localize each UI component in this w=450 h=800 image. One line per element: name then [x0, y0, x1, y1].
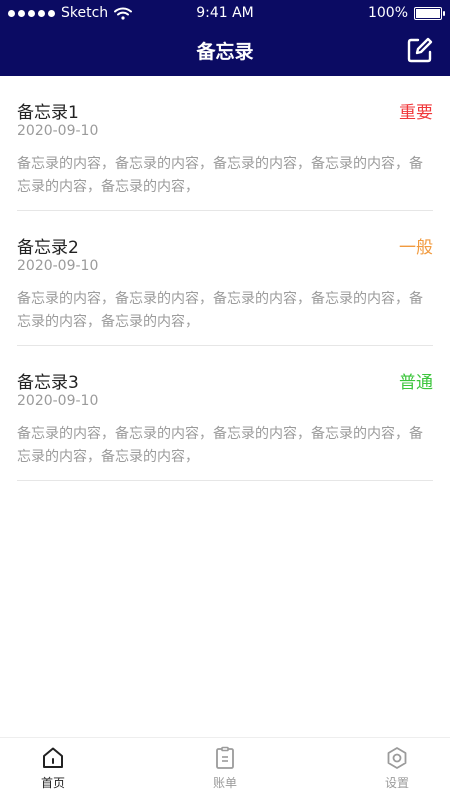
tab-home[interactable]: 首页 [8, 746, 98, 791]
settings-icon [387, 747, 407, 769]
tab-settings[interactable]: 设置 [352, 746, 442, 791]
memo-title: 备忘录1 [17, 103, 79, 123]
bill-icon [216, 746, 234, 769]
battery-percent: 100% [367, 5, 408, 21]
memo-item-3[interactable]: 备忘录3 普通 2020-09-10 备忘录的内容，备忘录的内容，备忘录的内容，… [17, 346, 433, 481]
memo-date: 2020-09-10 [17, 258, 99, 274]
memo-list: 备忘录1 重要 2020-09-10 备忘录的内容，备忘录的内容，备忘录的内容，… [17, 76, 433, 481]
tab-label: 账单 [212, 776, 237, 790]
memo-content: 备忘录的内容，备忘录的内容，备忘录的内容，备忘录的内容，备忘录的内容，备忘录的内… [17, 156, 423, 195]
memo-title: 备忘录2 [17, 238, 79, 258]
app-header: Sketch 9:41 AM 100% 备忘录 [0, 0, 450, 76]
memo-title: 备忘录3 [17, 373, 79, 393]
home-icon [43, 747, 63, 768]
battery-icon [414, 6, 445, 20]
edit-icon[interactable] [406, 36, 434, 64]
memo-date: 2020-09-10 [17, 393, 99, 409]
memo-priority-tag: 重要 [399, 103, 433, 123]
tab-bar: 首页 账单 设置 [0, 737, 450, 800]
page-title: 备忘录 [196, 41, 254, 63]
tab-label: 首页 [40, 776, 65, 790]
status-bar: Sketch 9:41 AM 100% [0, 0, 450, 26]
memo-item-1[interactable]: 备忘录1 重要 2020-09-10 备忘录的内容，备忘录的内容，备忘录的内容，… [17, 76, 433, 211]
memo-priority-tag: 一般 [399, 238, 433, 258]
memo-content: 备忘录的内容，备忘录的内容，备忘录的内容，备忘录的内容，备忘录的内容，备忘录的内… [17, 426, 423, 465]
tab-bill[interactable]: 账单 [180, 746, 270, 791]
memo-item-2[interactable]: 备忘录2 一般 2020-09-10 备忘录的内容，备忘录的内容，备忘录的内容，… [17, 211, 433, 346]
tab-label: 设置 [384, 776, 409, 790]
battery-group: 100% [367, 5, 445, 21]
memo-date: 2020-09-10 [17, 123, 99, 139]
memo-content: 备忘录的内容，备忘录的内容，备忘录的内容，备忘录的内容，备忘录的内容，备忘录的内… [17, 291, 423, 330]
memo-priority-tag: 普通 [399, 373, 433, 393]
